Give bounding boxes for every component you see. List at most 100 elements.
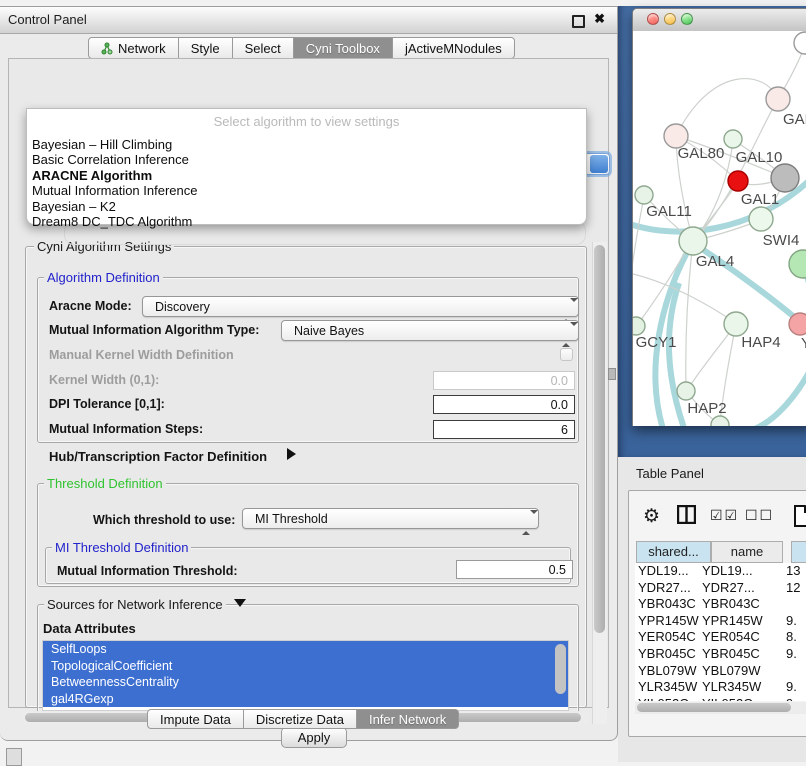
table-cell[interactable]: 9. [786, 679, 806, 694]
table-row[interactable]: YER054CYER054C 8. [635, 629, 806, 646]
zoom-traffic-light-icon[interactable] [681, 13, 693, 25]
manual-kernel-checkbox[interactable] [560, 348, 573, 361]
attribute-list-item[interactable]: TopologicalCoefficient [43, 658, 568, 675]
kernel-width-field[interactable]: 0.0 [433, 371, 575, 390]
table-cell[interactable]: 9. [786, 696, 806, 701]
algorithm-list-item[interactable]: Mutual Information Inference [27, 183, 586, 198]
table-cell[interactable]: YDL19... [702, 563, 782, 578]
network-node-gal4[interactable] [679, 227, 707, 255]
table-cell[interactable]: YIL052C [702, 696, 782, 701]
collapse-down-icon[interactable] [234, 599, 246, 607]
mi-threshold-field[interactable]: 0.5 [456, 560, 573, 579]
mi-type-combo[interactable]: Naive Bayes [281, 320, 579, 341]
network-node-gal[interactable] [766, 87, 790, 111]
table-row[interactable]: YLR345WYLR345W 9. [635, 679, 806, 696]
expand-right-icon[interactable] [287, 448, 296, 460]
attribute-list-item[interactable]: SelfLoops [43, 641, 568, 658]
unchecked-boxes-icon[interactable]: ☐☐ [745, 507, 774, 524]
table-cell[interactable]: 9. [786, 646, 806, 661]
table-cell[interactable]: YBL079W [702, 663, 782, 678]
table-cell[interactable]: YPR145W [638, 613, 708, 628]
network-node[interactable] [724, 130, 742, 148]
attribute-list-item[interactable]: BetweennessCentrality [43, 674, 568, 691]
network-node-swi4[interactable] [789, 250, 806, 278]
collapsed-panel-icon[interactable] [6, 748, 22, 766]
vertical-scrollbar-thumb[interactable] [594, 245, 605, 633]
column-header-name[interactable]: name [711, 541, 783, 563]
settings-vertical-scrollbar[interactable] [592, 242, 607, 724]
network-node[interactable] [711, 416, 729, 426]
table-cell[interactable]: YER054C [702, 629, 782, 644]
algorithm-list-item[interactable]: ARACNE Algorithm [27, 168, 586, 183]
float-window-icon[interactable] [572, 15, 585, 28]
network-edge[interactable] [669, 283, 685, 426]
minimize-traffic-light-icon[interactable] [664, 13, 676, 25]
table-cell[interactable]: 8. [786, 629, 806, 644]
table-cell[interactable]: YBR045C [702, 646, 782, 661]
table-cell[interactable]: YLR345W [638, 679, 708, 694]
network-node-gal10[interactable] [771, 164, 799, 192]
network-node-gal1[interactable] [749, 207, 773, 231]
table-cell[interactable]: 13 [786, 563, 806, 578]
close-icon[interactable]: ✖ [594, 11, 605, 27]
network-node-y[interactable] [789, 313, 806, 335]
tab-jactivemnodules[interactable]: jActiveMNodules [393, 37, 515, 59]
table-cell[interactable]: YIL052C [638, 696, 708, 701]
table-cell[interactable]: YBR043C [702, 596, 782, 611]
tab-cyni-toolbox[interactable]: Cyni Toolbox [294, 37, 393, 59]
network-node[interactable] [728, 171, 748, 191]
table-row[interactable]: YDL19...YDL19... 13 [635, 563, 806, 580]
dpi-tolerance-field[interactable]: 0.0 [433, 395, 575, 414]
table-cell[interactable]: YDR27... [638, 580, 708, 595]
table-row[interactable]: YPR145WYPR145W 9. [635, 613, 806, 630]
table-row[interactable]: YBR043CYBR043C [635, 596, 806, 613]
network-node-gcy1[interactable] [633, 317, 645, 335]
table-row[interactable]: YBL079WYBL079W [635, 663, 806, 680]
network-edge[interactable] [749, 369, 806, 426]
aracne-mode-combo[interactable]: Discovery [142, 296, 579, 317]
column-header-A[interactable]: A [791, 541, 806, 563]
table-row[interactable]: YIL052CYIL052C 9. [635, 696, 806, 701]
network-edge[interactable] [633, 273, 734, 322]
splitter-grip-icon[interactable] [608, 368, 616, 380]
attributes-list-scrollbar[interactable] [555, 644, 566, 694]
which-threshold-combo[interactable]: MI Threshold [242, 508, 539, 529]
network-canvas[interactable]: GALGAL80GAL10GAL11GAL1GAL4SWI4GCY1HAP4YH… [633, 31, 806, 426]
close-traffic-light-icon[interactable] [647, 13, 659, 25]
mi-steps-field[interactable]: 6 [433, 420, 575, 439]
algorithm-list-item[interactable]: Dream8 DC_TDC Algorithm [27, 214, 586, 229]
tab-network[interactable]: Network [88, 37, 179, 59]
table-scrollbar-thumb[interactable] [637, 703, 791, 712]
checked-boxes-icon[interactable]: ☑☑ [710, 507, 739, 524]
document-icon[interactable] [794, 505, 806, 532]
network-node-hap4[interactable] [724, 312, 748, 336]
algorithm-list-item[interactable]: Basic Correlation Inference [27, 152, 586, 167]
table-cell[interactable]: YDR27... [702, 580, 782, 595]
network-node-hap2[interactable] [677, 382, 695, 400]
table-cell[interactable]: YDL19... [638, 563, 708, 578]
gear-icon[interactable]: ⚙ [643, 505, 660, 528]
split-columns-icon[interactable] [677, 505, 696, 529]
tab-infer-network[interactable]: Infer Network [357, 709, 459, 729]
network-node-gal11[interactable] [635, 186, 653, 204]
tab-discretize-data[interactable]: Discretize Data [244, 709, 357, 729]
table-cell[interactable]: YBL079W [638, 663, 708, 678]
data-attributes-list[interactable]: SelfLoopsTopologicalCoefficientBetweenne… [42, 640, 569, 711]
network-window-titlebar[interactable] [633, 9, 806, 32]
tab-select[interactable]: Select [233, 37, 294, 59]
table-cell[interactable]: YPR145W [702, 613, 782, 628]
table-horizontal-scrollbar[interactable] [635, 702, 806, 714]
table-cell[interactable]: 9. [786, 613, 806, 628]
table-cell[interactable]: 12 [786, 580, 806, 595]
table-row[interactable]: YDR27...YDR27... 12 [635, 580, 806, 597]
network-node[interactable] [794, 32, 806, 54]
table-cell[interactable]: YBR045C [638, 646, 708, 661]
table-cell[interactable]: YLR345W [702, 679, 782, 694]
network-edge[interactable] [686, 241, 693, 389]
table-cell[interactable]: YER054C [638, 629, 708, 644]
control-panel-titlebar[interactable]: Control Panel ✖ [0, 7, 617, 34]
algorithm-list-item[interactable]: Bayesian – K2 [27, 199, 586, 214]
tab-impute-data[interactable]: Impute Data [147, 709, 244, 729]
tab-style[interactable]: Style [179, 37, 233, 59]
column-header-shared[interactable]: shared... [636, 541, 711, 563]
